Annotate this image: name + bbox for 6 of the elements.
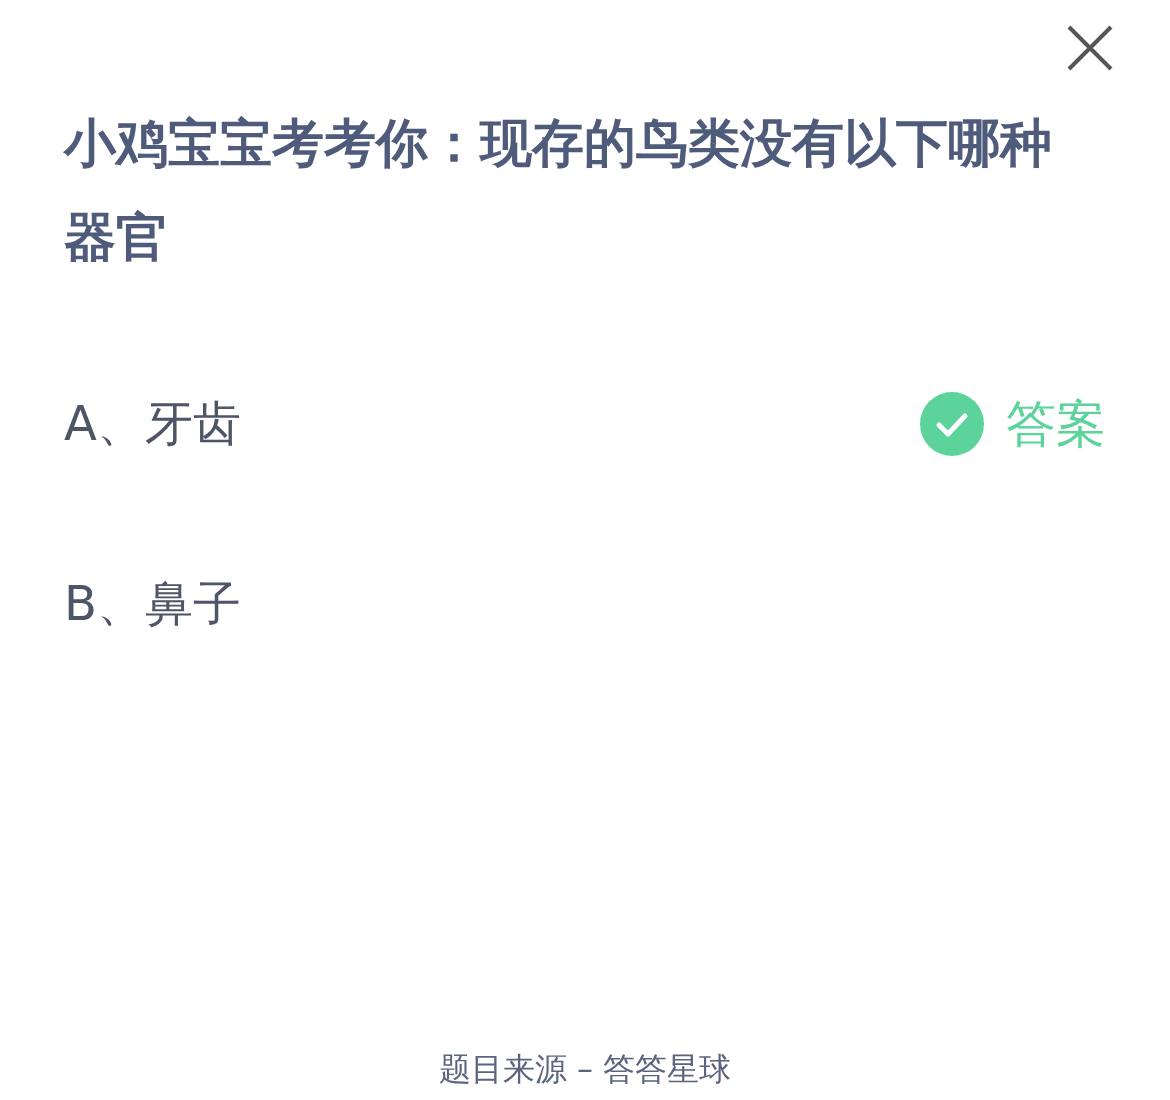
option-label[interactable]: B、鼻子 [64,572,241,636]
source-text: 题目来源 – 答答星球 [438,1050,732,1088]
close-icon[interactable] [1066,24,1114,72]
question-title: 小鸡宝宝考考你：现存的鸟类没有以下哪种器官 [64,112,1053,269]
option-label[interactable]: A、牙齿 [64,392,241,456]
answer-label: 答案 [1006,393,1106,455]
